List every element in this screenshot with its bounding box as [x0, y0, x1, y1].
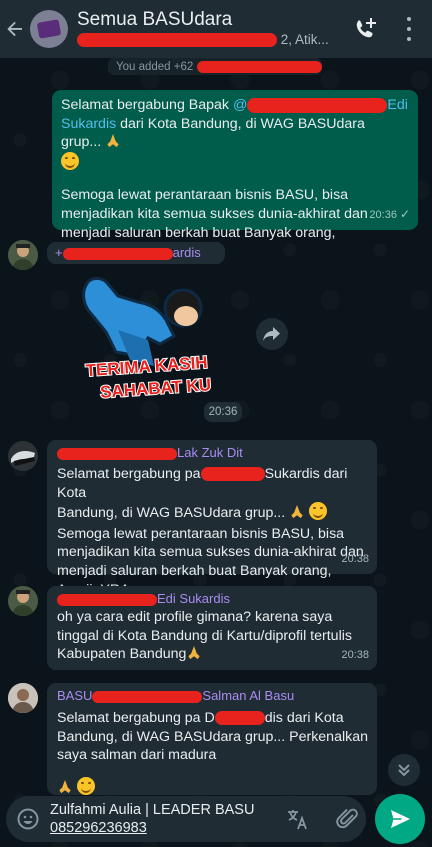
message-time: 20:36 ✓ [369, 207, 410, 222]
message-bubble-incoming[interactable]: Edi Sukardis oh ya cara edit profile gim… [47, 586, 377, 670]
message-text: Selamat bergabung Bapak [61, 97, 233, 113]
avatar[interactable] [8, 683, 38, 713]
sticker-time: 20:36 [204, 402, 242, 422]
system-notice: You added +62 [108, 58, 322, 75]
emoji-icon[interactable] [16, 807, 40, 831]
message-body: oh ya cara edit profile gimana? karena s… [57, 609, 352, 663]
mention-link[interactable]: Sukardis [61, 116, 116, 132]
sender-name[interactable]: BASU Salman Al Basu [57, 687, 369, 703]
double-chevron-down-icon[interactable] [388, 754, 420, 786]
message-input-line1: Zulfahmi Aulia | LEADER BASU [50, 802, 255, 818]
message-time: 20:38 [341, 553, 369, 566]
message-bubble-incoming[interactable]: Lak Zuk Dit Selamat bergabung pa Sukardis… [47, 440, 377, 598]
group-logo [36, 19, 62, 39]
pray-emoji-icon [107, 134, 119, 148]
message-composer[interactable]: Zulfahmi Aulia | LEADER BASU 08529623698… [6, 796, 366, 842]
chat-subtitle-visible-text: 2, Atik... [280, 32, 329, 47]
send-icon[interactable] [375, 794, 425, 844]
translate-icon[interactable] [286, 807, 310, 831]
sender-name[interactable]: Lak Zuk Dit [57, 444, 369, 461]
smile-emoji-icon [61, 151, 79, 170]
sent-check-icon: ✓ [399, 207, 410, 222]
phone-number-link[interactable]: 085296236983 [50, 819, 254, 837]
sticker-image[interactable]: TERIMA KASIH SAHABAT KU [80, 270, 215, 403]
message-bubble-outgoing[interactable]: Selamat bergabung Bapak @ Edi Sukardis da… [52, 90, 418, 259]
pray-emoji-icon [188, 646, 201, 660]
sticker-caption-2: SAHABAT KU [100, 375, 212, 402]
more-vert-icon[interactable] [402, 14, 416, 44]
chat-header: Semua BASUdara 2, Atik... [0, 0, 432, 58]
forward-icon[interactable] [256, 318, 288, 350]
avatar[interactable] [8, 240, 38, 270]
message-time: 20:38 [341, 649, 369, 662]
chat-subtitle: 2, Atik... [77, 31, 339, 49]
smile-emoji-icon [76, 776, 95, 795]
avatar[interactable] [8, 441, 38, 471]
message-body: Selamat bergabung Bapak @ Edi Sukardis da… [61, 96, 408, 172]
pray-emoji-icon [291, 505, 303, 519]
add-call-icon[interactable] [352, 16, 378, 42]
pray-emoji-icon [59, 779, 71, 793]
message-bubble-incoming[interactable]: BASU Salman Al Basu Selamat bergabung pa … [47, 683, 377, 795]
header-text[interactable]: Semua BASUdara 2, Atik... [77, 9, 339, 49]
redaction-mark [77, 33, 277, 48]
mention-link[interactable]: @ Edi [233, 97, 408, 113]
avatar[interactable] [8, 586, 38, 616]
message-body: Selamat bergabung pa Ddis dari Kota Band… [57, 710, 368, 764]
paperclip-icon[interactable] [336, 806, 360, 832]
sender-name[interactable]: + ardis [55, 245, 201, 260]
chat-title: Semua BASUdara [77, 9, 233, 30]
back-arrow-icon[interactable] [0, 0, 30, 58]
sender-name[interactable]: Edi Sukardis [57, 590, 369, 606]
system-notice-text: You added +62 [116, 60, 194, 73]
smile-emoji-icon [309, 502, 328, 521]
message-emoji-line [57, 776, 369, 798]
redaction-mark [197, 60, 322, 73]
message-body: Selamat bergabung pa Sukardis dari Kota B… [57, 466, 348, 522]
message-input[interactable]: Zulfahmi Aulia | LEADER BASU 08529623698… [50, 801, 254, 837]
group-avatar[interactable] [30, 10, 68, 48]
sender-header-bubble: + ardis [47, 242, 225, 264]
